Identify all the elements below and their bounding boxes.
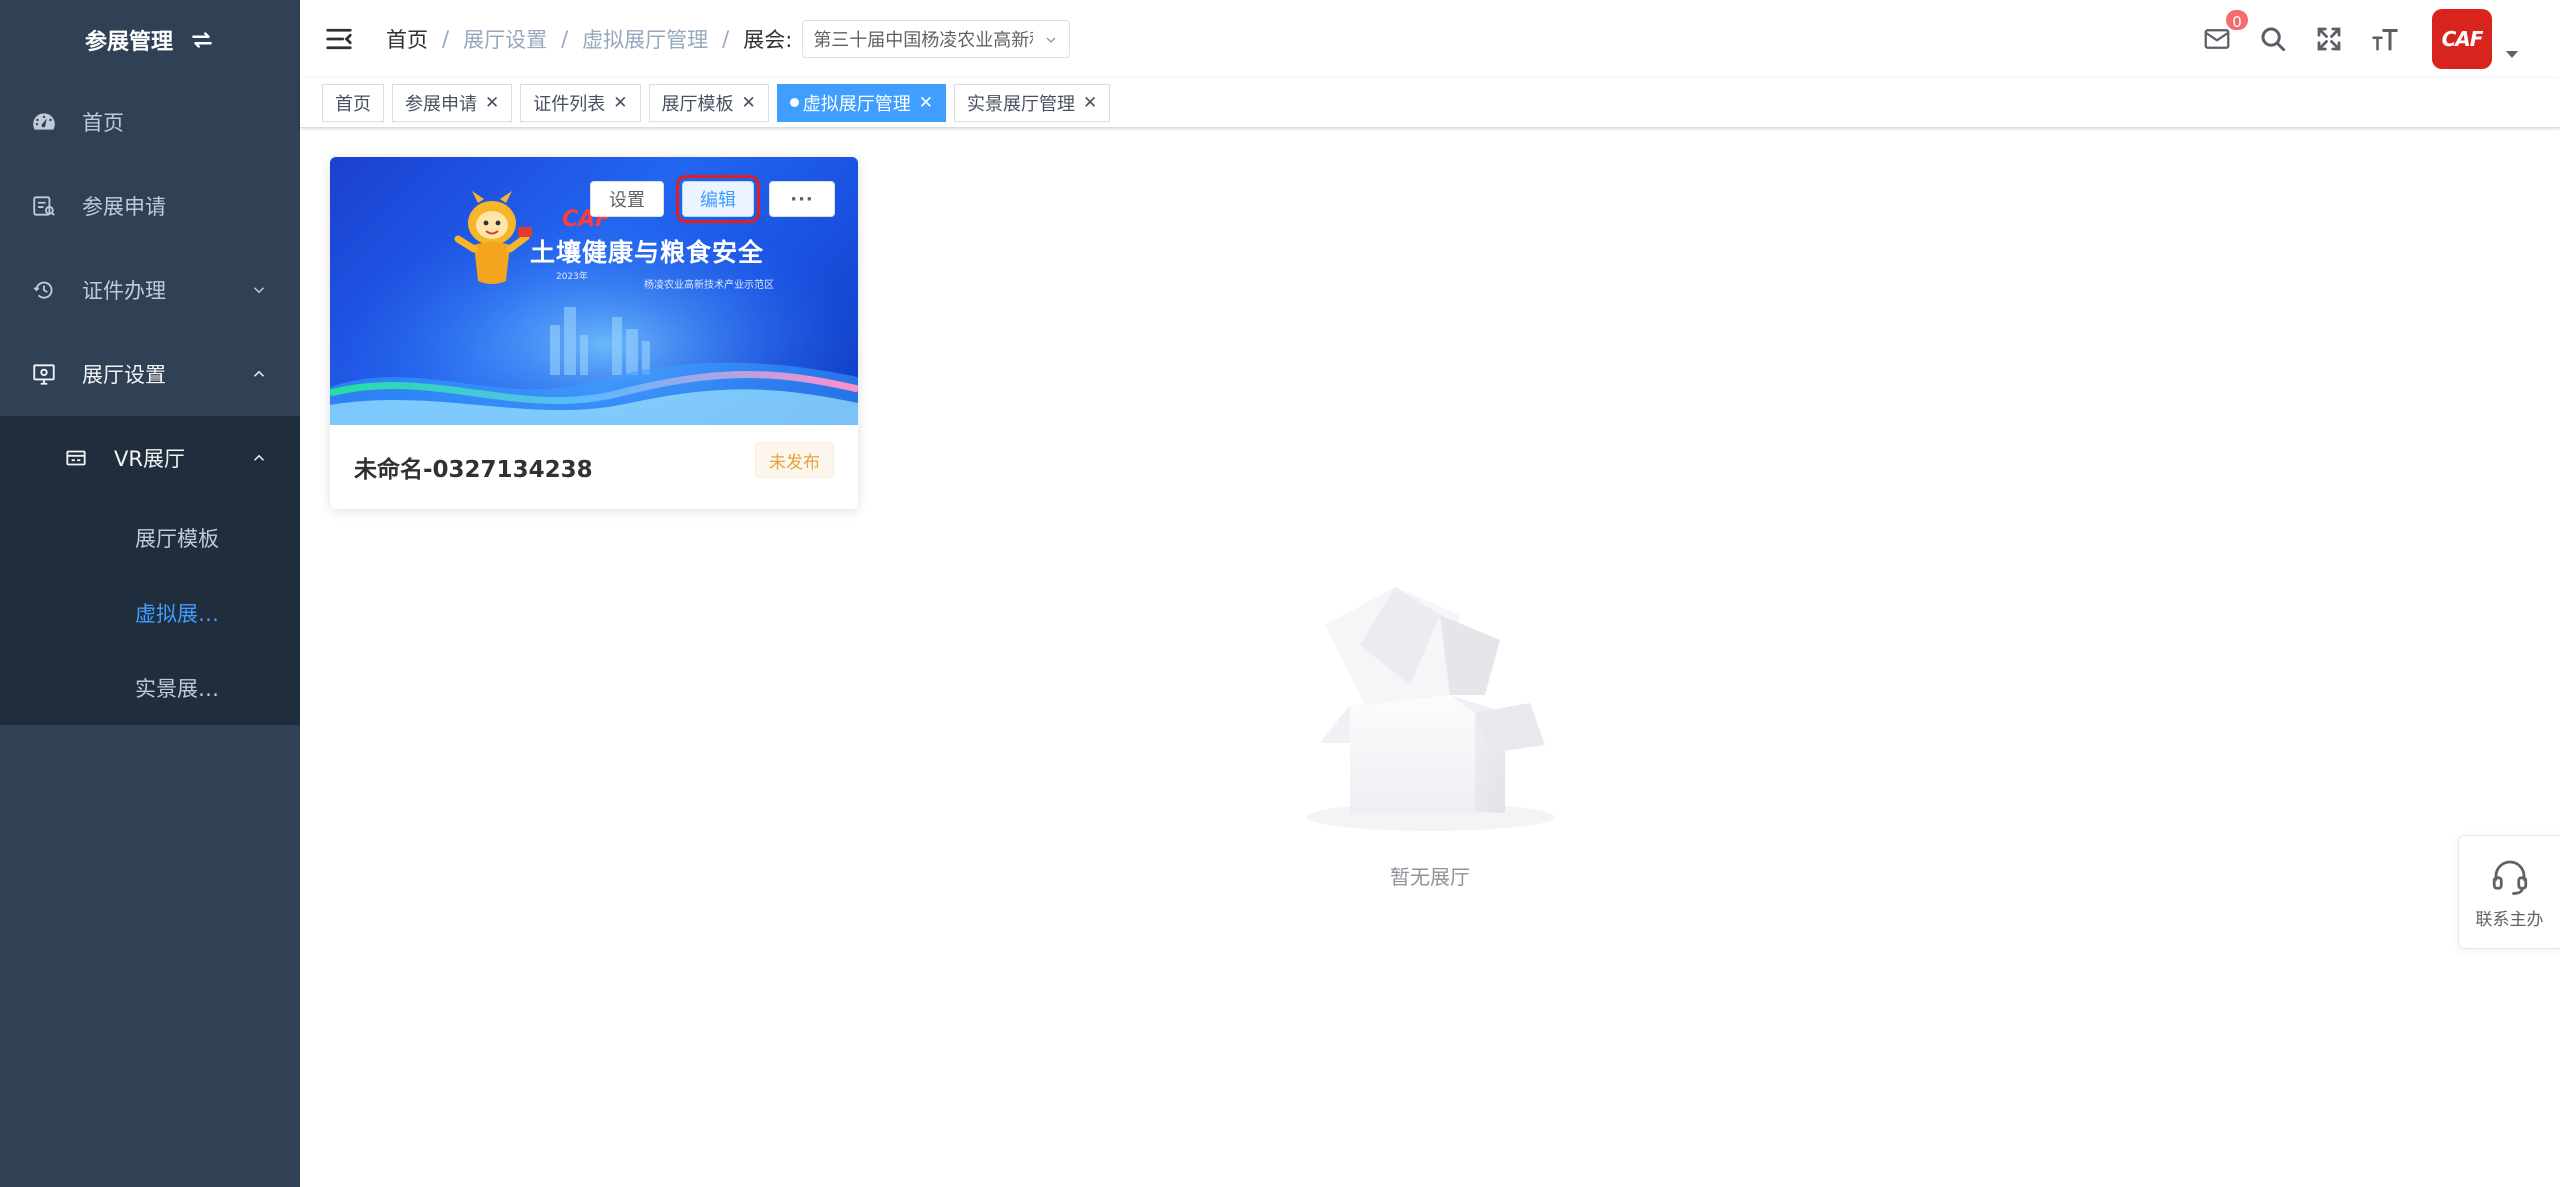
headset-icon: [2492, 860, 2527, 895]
tag-label: 首页: [335, 93, 371, 115]
message-count-badge: 0: [2224, 8, 2250, 32]
close-icon[interactable]: ✕: [613, 93, 627, 113]
sidebar-header[interactable]: 参展管理: [0, 0, 300, 80]
sidebar-item-hall-settings[interactable]: 展厅设置: [0, 332, 300, 416]
empty-state: 暂无展厅: [1300, 585, 1560, 895]
certificate-icon: [30, 276, 58, 304]
sidebar-item-virtual-hall[interactable]: 虚拟展…: [0, 575, 300, 650]
chevron-down-icon: [253, 287, 265, 294]
hall-card-footer: 未命名-0327134238 未发布: [330, 425, 858, 509]
sidebar-item-label: 展厅设置: [82, 363, 166, 387]
close-icon[interactable]: ✕: [742, 93, 756, 113]
chevron-up-icon: [253, 370, 265, 377]
tag-home[interactable]: 首页: [322, 83, 384, 122]
expo-select[interactable]: 第三十届中国杨凌农业高新科技成果博览会: [802, 20, 1071, 58]
search-button[interactable]: [2256, 22, 2290, 56]
hall-name: 未命名-0327134238: [354, 457, 593, 483]
avatar[interactable]: CAF: [2432, 9, 2492, 69]
tag-label: 参展申请: [405, 93, 477, 115]
chevron-down-icon: [1046, 37, 1056, 43]
submenu-hall-settings: VR展厅 展厅模板 虚拟展… 实景展…: [0, 416, 300, 725]
mascot-icon: [454, 191, 532, 284]
switch-icon[interactable]: [189, 27, 215, 53]
tag-real-hall[interactable]: 实景展厅管理 ✕: [954, 83, 1111, 122]
breadcrumb-separator: /: [442, 27, 450, 51]
breadcrumb-item[interactable]: 首页: [386, 24, 428, 54]
breadcrumb-separator: /: [722, 27, 730, 51]
breadcrumb-item[interactable]: 展厅设置: [463, 24, 547, 54]
tags-view: 首页 参展申请 ✕ 证件列表 ✕ 展厅模板 ✕ 虚拟展厅管理 ✕ 实景展厅管理 ✕: [300, 78, 2560, 128]
apply-icon: [30, 192, 58, 220]
close-icon[interactable]: ✕: [1083, 93, 1097, 113]
menu-fold-icon[interactable]: [324, 24, 354, 54]
expo-select-value: 第三十届中国杨凌农业高新科技成果博览会: [813, 30, 1033, 51]
message-button[interactable]: 0: [2200, 8, 2250, 56]
sidebar-item-home[interactable]: 首页: [0, 80, 300, 164]
sidebar-item-apply[interactable]: 参展申请: [0, 164, 300, 248]
fullscreen-icon: [2317, 27, 2341, 51]
cover-year: 2023年: [556, 272, 588, 282]
breadcrumb-separator: /: [561, 27, 569, 51]
tag-certificate-list[interactable]: 证件列表 ✕: [520, 83, 641, 122]
sidebar-item-label: 参展申请: [82, 195, 166, 219]
breadcrumb: 首页 / 展厅设置 / 虚拟展厅管理 / 展会: 第三十届中国杨凌农业高新科技成…: [386, 20, 1071, 58]
sidebar-item-label: 首页: [82, 111, 124, 135]
empty-box-icon: [1306, 587, 1554, 831]
cover-subtitle: 杨凌农业高新技术产业示范区: [644, 280, 774, 291]
close-icon[interactable]: ✕: [919, 93, 933, 113]
search-icon: [2261, 27, 2286, 52]
breadcrumb-item: 虚拟展厅管理: [582, 28, 709, 52]
sidebar-item-vr-hall[interactable]: VR展厅: [0, 416, 300, 500]
tag-label: 实景展厅管理: [967, 93, 1075, 115]
edit-button[interactable]: 编辑: [676, 175, 760, 223]
tag-apply[interactable]: 参展申请 ✕: [392, 83, 513, 122]
sidebar: 参展管理 首页 参展申请 证件办理 展厅设置 VR展厅 展厅模板 虚拟展… 实景…: [0, 0, 300, 1187]
font-size-icon: [2372, 29, 2398, 51]
vr-icon: [62, 444, 90, 472]
settings-button[interactable]: 设置: [590, 181, 664, 217]
close-icon[interactable]: ✕: [485, 93, 499, 113]
font-size-button[interactable]: [2368, 22, 2402, 56]
tag-hall-template[interactable]: 展厅模板 ✕: [648, 83, 769, 122]
cover-title: 土壤健康与粮食安全: [530, 238, 765, 267]
chevron-up-icon: [253, 454, 265, 461]
contact-label: 联系主办: [2475, 909, 2544, 930]
hall-card[interactable]: CAF 土壤健康与粮食安全 2023年 杨凌农业高新技术产业示范区 设置 编辑 …: [330, 157, 858, 509]
navbar-right: 0 CAF: [2200, 0, 2560, 78]
hall-cover-image: CAF 土壤健康与粮食安全 2023年 杨凌农业高新技术产业示范区 设置 编辑 …: [330, 157, 858, 425]
navbar: 首页 / 展厅设置 / 虚拟展厅管理 / 展会: 第三十届中国杨凌农业高新科技成…: [300, 0, 2560, 78]
contact-organizer-button[interactable]: 联系主办: [2458, 835, 2560, 949]
dashboard-icon: [30, 108, 58, 136]
empty-text: 暂无展厅: [1390, 865, 1470, 889]
sidebar-item-hall-template[interactable]: 展厅模板: [0, 500, 300, 575]
tag-virtual-hall[interactable]: 虚拟展厅管理 ✕: [776, 83, 946, 122]
sidebar-title: 参展管理: [84, 30, 173, 55]
fullscreen-button[interactable]: [2312, 22, 2346, 56]
sidebar-item-label: 证件办理: [82, 279, 166, 303]
sidebar-item-real-hall[interactable]: 实景展…: [0, 650, 300, 725]
tag-label: 展厅模板: [661, 93, 734, 115]
tag-label: 虚拟展厅管理: [802, 93, 911, 115]
expo-label: 展会:: [743, 28, 793, 52]
status-badge: 未发布: [755, 442, 834, 478]
sidebar-item-certificate[interactable]: 证件办理: [0, 248, 300, 332]
active-dot-icon: [789, 98, 799, 107]
app-root: 参展管理 首页 参展申请 证件办理 展厅设置 VR展厅 展厅模板 虚拟展… 实景…: [0, 0, 2560, 1187]
more-button[interactable]: ···: [769, 181, 835, 217]
monitor-icon: [30, 360, 58, 388]
caret-down-icon[interactable]: [2506, 50, 2518, 58]
sidebar-item-label: VR展厅: [114, 447, 185, 471]
tag-label: 证件列表: [533, 93, 606, 115]
